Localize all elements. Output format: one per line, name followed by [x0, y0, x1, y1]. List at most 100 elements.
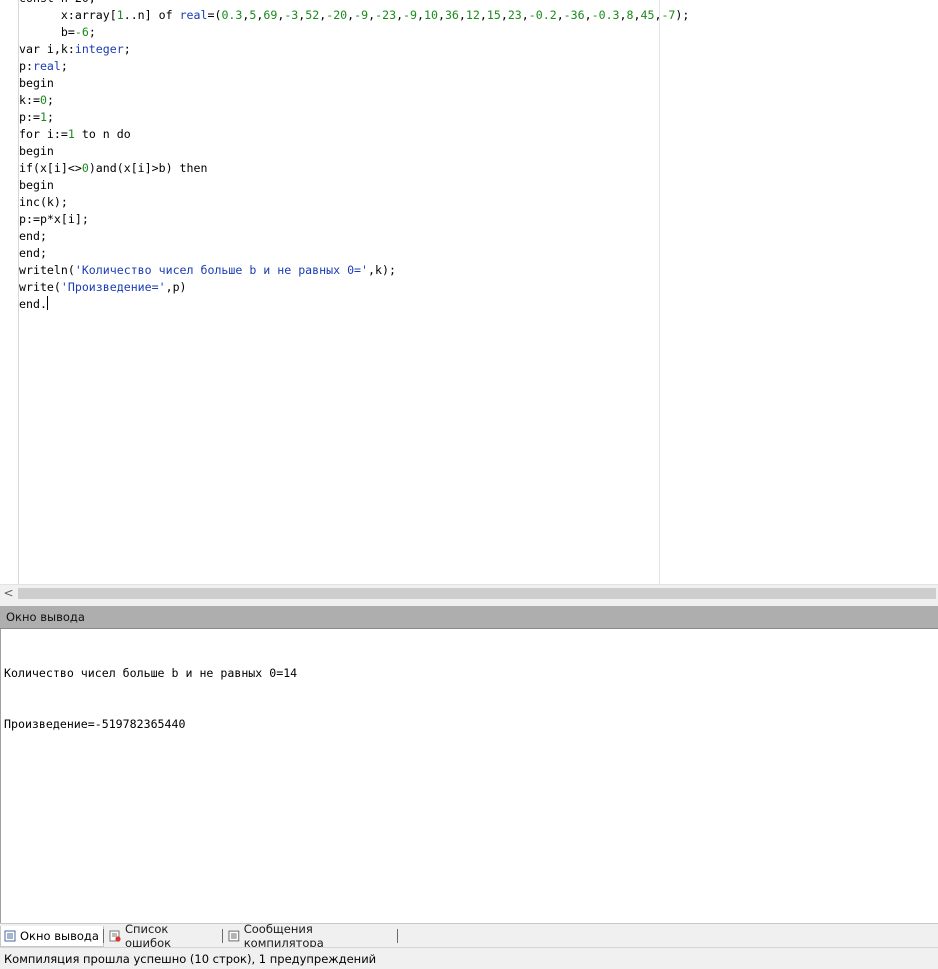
code-token: , — [458, 8, 466, 22]
code-line[interactable]: if(x[i]<>0)and(x[i]>b) then — [19, 160, 689, 177]
code-token: , — [396, 8, 404, 22]
code-token: 1 — [39, 110, 47, 124]
code-line[interactable]: end; — [19, 228, 689, 245]
status-bar: Компиляция прошла успешно (10 строк), 1 … — [0, 947, 938, 969]
code-line[interactable]: b=-6; — [19, 24, 689, 41]
code-token: 0 — [39, 93, 47, 107]
output-panel-header: Окно вывода — [0, 606, 938, 629]
code-line[interactable]: inc(k); — [19, 194, 689, 211]
code-token: -0.2 — [528, 8, 557, 22]
code-token: 0 — [81, 161, 89, 175]
code-line[interactable]: begin — [19, 177, 689, 194]
code-text[interactable]: const n=20; x:array[1..n] of real=(0.3,5… — [19, 0, 689, 313]
code-line[interactable]: end; — [19, 245, 689, 262]
tab-error-list[interactable]: Список ошибок — [106, 922, 218, 950]
code-line[interactable]: write('Произведение=',p) — [19, 279, 689, 296]
code-token: 52 — [305, 8, 320, 22]
code-token: to n do — [74, 127, 131, 141]
code-token: ; — [46, 93, 54, 107]
code-token: 36 — [444, 8, 459, 22]
code-line[interactable]: p:=1; — [19, 109, 689, 126]
code-token: write( — [19, 280, 61, 294]
code-token: writeln( — [19, 263, 75, 277]
code-token: ); — [675, 8, 690, 22]
code-token: integer — [74, 42, 124, 56]
output-window-icon — [4, 930, 16, 942]
scroll-left-arrow-icon[interactable]: < — [0, 585, 17, 602]
code-token: , — [437, 8, 445, 22]
code-line[interactable]: p:=p*x[i]; — [19, 211, 689, 228]
error-list-icon — [109, 930, 121, 942]
code-token: , — [556, 8, 564, 22]
output-line: Произведение=-519782365440 — [4, 717, 186, 731]
code-line[interactable]: begin — [19, 143, 689, 160]
code-token: 1 — [116, 8, 124, 22]
code-editor[interactable]: const n=20; x:array[1..n] of real=(0.3,5… — [0, 0, 938, 584]
code-token: end; — [19, 246, 47, 260]
tab-label: Список ошибок — [124, 922, 172, 950]
code-token: begin — [19, 178, 54, 192]
code-line[interactable]: for i:=1 to n do — [19, 126, 689, 143]
code-line[interactable]: var i,k:integer; — [19, 41, 689, 58]
tab-label: Окно вывода — [20, 929, 99, 943]
code-token: 15 — [486, 8, 501, 22]
code-token: 23 — [507, 8, 522, 22]
bottom-tab-bar: Окно вывода Список ошибок Сообщения комп… — [0, 922, 938, 950]
code-token: const n=20; — [19, 0, 96, 5]
code-token: real — [32, 59, 61, 73]
editor-horizontal-scrollbar[interactable]: < — [0, 584, 938, 602]
code-token: -6 — [74, 25, 89, 39]
scrollbar-thumb[interactable] — [18, 588, 936, 599]
code-token: , — [417, 8, 424, 22]
code-token: ; — [123, 42, 131, 56]
code-token: 8 — [626, 8, 634, 22]
code-token: if(x[i]<> — [19, 161, 82, 175]
output-text: Количество чисел больше b и не равных 0=… — [4, 631, 297, 767]
tab-compiler-messages[interactable]: Сообщения компилятора — [225, 922, 393, 950]
output-line: Количество чисел больше b и не равных 0=… — [4, 666, 298, 680]
code-token: 0.3 — [221, 8, 243, 22]
code-token: 'Количество чисел больше b и не равных 0… — [74, 263, 369, 277]
tab-separator — [103, 929, 104, 943]
code-token: b= — [19, 25, 75, 39]
output-panel-title: Окно вывода — [6, 610, 85, 624]
code-token: ..n] of — [123, 8, 180, 22]
code-token: -20 — [326, 8, 348, 22]
code-token: inc(k); — [19, 195, 68, 209]
compiler-messages-icon — [228, 930, 240, 942]
code-line[interactable]: begin — [19, 75, 689, 92]
output-panel[interactable]: Количество чисел больше b и не равных 0=… — [0, 629, 938, 923]
code-line[interactable]: end. — [19, 296, 689, 313]
code-token: -3 — [284, 8, 299, 22]
code-token: , — [584, 8, 592, 22]
code-token: 69 — [263, 8, 278, 22]
code-token: 1 — [67, 127, 75, 141]
code-line[interactable]: x:array[1..n] of real=(0.3,5,69,-3,52,-2… — [19, 7, 690, 24]
code-token: ; — [46, 110, 54, 124]
code-token: -9 — [354, 8, 369, 22]
code-token: x:array[ — [19, 8, 117, 22]
tab-output-window[interactable]: Окно вывода — [0, 926, 104, 947]
code-line[interactable]: writeln('Количество чисел больше b и не … — [19, 262, 689, 279]
code-token: ; — [60, 59, 68, 73]
compile-status-text: Компиляция прошла успешно (10 строк), 1 … — [4, 952, 377, 966]
code-token: p:=p*x[i]; — [19, 212, 89, 226]
code-token: =( — [207, 8, 222, 22]
code-token: , — [521, 8, 529, 22]
code-token: begin — [19, 76, 54, 90]
code-line[interactable]: p:real; — [19, 58, 689, 75]
code-token: , — [619, 8, 627, 22]
tab-separator — [397, 929, 398, 943]
code-token: ,p) — [165, 280, 187, 294]
code-token: 'Произведение=' — [60, 280, 166, 294]
code-line[interactable]: const n=20; — [19, 0, 689, 7]
code-token: real — [179, 8, 208, 22]
code-line[interactable]: k:=0; — [19, 92, 689, 109]
ide-window: const n=20; x:array[1..n] of real=(0.3,5… — [0, 0, 938, 969]
code-token: p:= — [19, 110, 40, 124]
code-token: end; — [19, 229, 47, 243]
code-token: -36 — [563, 8, 585, 22]
code-token: end. — [19, 297, 47, 311]
code-token: -7 — [661, 8, 676, 22]
code-token: , — [479, 8, 487, 22]
